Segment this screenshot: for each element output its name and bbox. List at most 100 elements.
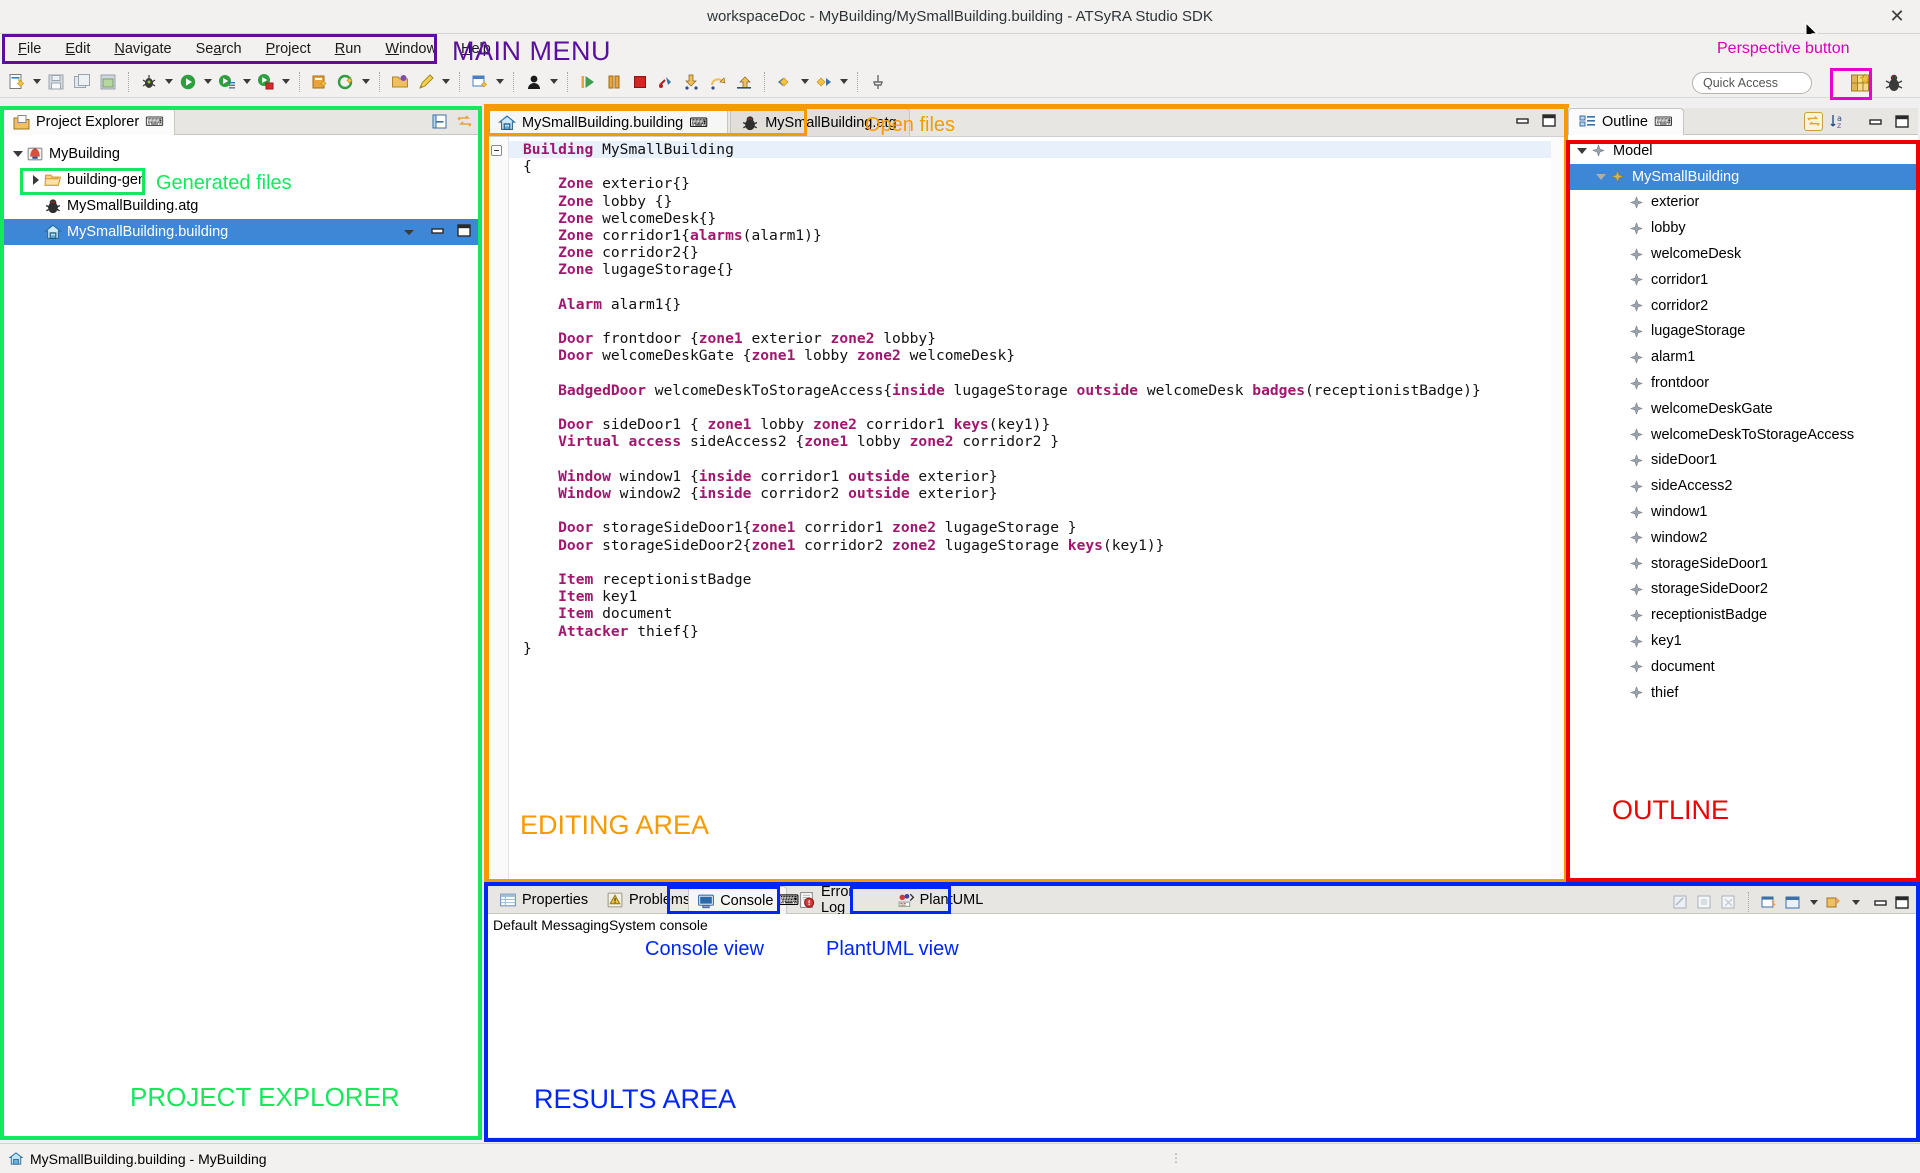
suspend-icon[interactable] xyxy=(602,70,626,94)
menu-run[interactable]: Run xyxy=(323,38,374,60)
user-dropdown-arrow[interactable] xyxy=(547,70,560,94)
outline-item-corridor1[interactable]: corridor1 xyxy=(1568,267,1918,293)
outline-item-sideaccess2[interactable]: sideAccess2 xyxy=(1568,473,1918,499)
run-icon[interactable] xyxy=(176,70,200,94)
maximize-icon[interactable] xyxy=(1894,894,1910,910)
outline-item-model[interactable]: Model xyxy=(1568,138,1918,164)
user-icon[interactable] xyxy=(522,70,546,94)
minimize-icon[interactable] xyxy=(430,222,446,238)
save-icon[interactable] xyxy=(44,70,68,94)
editor-vertical-scrollbar[interactable] xyxy=(1551,137,1565,880)
menu-project[interactable]: Project xyxy=(254,38,323,60)
outline-tree[interactable]: Model MySmallBuilding exterior lobby welcome… xyxy=(1568,135,1918,706)
collapse-all-icon[interactable] xyxy=(430,112,449,131)
outline-item-receptionistbadge[interactable]: receptionistBadge xyxy=(1568,602,1918,628)
link-with-editor-icon[interactable] xyxy=(1804,112,1823,131)
pin-editor-icon[interactable] xyxy=(866,70,890,94)
previous-edit-dropdown-arrow[interactable] xyxy=(798,70,811,94)
outline-item-window1[interactable]: window1 xyxy=(1568,499,1918,525)
tree-expander-icon[interactable] xyxy=(28,172,44,188)
outline-item-sidedoor1[interactable]: sideDoor1 xyxy=(1568,448,1918,474)
outline-item-frontdoor[interactable]: frontdoor xyxy=(1568,370,1918,396)
new-icon[interactable] xyxy=(5,70,29,94)
sort-alphabetically-icon[interactable]: az xyxy=(1829,112,1848,131)
run-external-tools-icon[interactable] xyxy=(254,70,278,94)
resume-icon[interactable] xyxy=(576,70,600,94)
outline-item-welcomedeskgate[interactable]: welcomeDeskGate xyxy=(1568,396,1918,422)
terminate-console-icon[interactable] xyxy=(1695,893,1714,912)
menu-navigate[interactable]: Navigate xyxy=(102,38,183,60)
link-with-editor-icon[interactable] xyxy=(455,112,474,131)
clear-console-icon[interactable] xyxy=(1671,893,1690,912)
outline-item-document[interactable]: document xyxy=(1568,654,1918,680)
maximize-icon[interactable] xyxy=(1541,112,1557,128)
menu-search[interactable]: Search xyxy=(184,38,254,60)
debug-icon[interactable] xyxy=(137,70,161,94)
terminate-icon[interactable] xyxy=(628,70,652,94)
minimize-icon[interactable] xyxy=(1515,112,1531,128)
open-resource-icon[interactable] xyxy=(388,70,412,94)
run-config-dropdown-arrow[interactable] xyxy=(240,70,253,94)
run-configurations-icon[interactable] xyxy=(215,70,239,94)
open-perspective-icon[interactable] xyxy=(1846,70,1874,96)
disconnect-icon[interactable] xyxy=(654,70,678,94)
atsyra-perspective-icon[interactable] xyxy=(1880,70,1908,96)
print-icon[interactable] xyxy=(96,70,120,94)
pen-icon[interactable] xyxy=(414,70,438,94)
display-selected-console-icon[interactable] xyxy=(1783,893,1802,912)
tree-expander-icon[interactable] xyxy=(10,146,26,162)
remove-launch-icon[interactable] xyxy=(1719,893,1738,912)
next-annotation-icon[interactable] xyxy=(468,70,492,94)
minimize-icon[interactable] xyxy=(1873,894,1889,910)
tab-project-explorer[interactable]: Project Explorer ⌨ xyxy=(2,108,175,135)
console-display-dropdown-arrow[interactable] xyxy=(1807,890,1820,914)
maximize-icon[interactable] xyxy=(456,222,472,238)
external-tools-dropdown-arrow[interactable] xyxy=(279,70,292,94)
step-over-icon[interactable] xyxy=(706,70,730,94)
outline-item-key1[interactable]: key1 xyxy=(1568,628,1918,654)
project-explorer-item-mybuilding[interactable]: MyBuilding xyxy=(2,141,480,167)
previous-edit-icon[interactable] xyxy=(773,70,797,94)
project-explorer-item-mysmallbuilding-atg[interactable]: MySmallBuilding.atg xyxy=(2,193,480,219)
window-close-button[interactable]: ✕ xyxy=(1888,7,1906,26)
close-icon[interactable]: ⌨ xyxy=(1654,114,1673,130)
debug-dropdown-arrow[interactable] xyxy=(162,70,175,94)
outline-item-welcomedesktostorageaccess[interactable]: welcomeDeskToStorageAccess xyxy=(1568,422,1918,448)
outline-item-corridor2[interactable]: corridor2 xyxy=(1568,293,1918,319)
tab-outline[interactable]: Outline ⌨ xyxy=(1568,108,1684,135)
run-dropdown-arrow[interactable] xyxy=(201,70,214,94)
menu-window[interactable]: Window xyxy=(373,38,449,60)
close-icon[interactable]: ⌨ xyxy=(145,114,164,130)
editor-gutter[interactable] xyxy=(487,137,509,880)
outline-item-storagesidedoor2[interactable]: storageSideDoor2 xyxy=(1568,577,1918,603)
new-ats-icon[interactable] xyxy=(308,70,332,94)
outline-item-welcomedesk[interactable]: welcomeDesk xyxy=(1568,241,1918,267)
outline-item-exterior[interactable]: exterior xyxy=(1568,190,1918,216)
save-all-icon[interactable] xyxy=(70,70,94,94)
new-console-dropdown-arrow[interactable] xyxy=(1849,890,1862,914)
outline-item-alarm1[interactable]: alarm1 xyxy=(1568,344,1918,370)
step-return-icon[interactable] xyxy=(732,70,756,94)
results-tab-properties[interactable]: Properties xyxy=(491,886,595,914)
outline-item-storagesidedoor1[interactable]: storageSideDoor1 xyxy=(1568,551,1918,577)
step-into-icon[interactable] xyxy=(680,70,704,94)
view-menu-icon[interactable] xyxy=(399,222,418,241)
maximize-icon[interactable] xyxy=(1894,113,1910,129)
editor-tab-mysmallbuilding-building[interactable]: MySmallBuilding.building ⌨ xyxy=(487,108,729,136)
resize-grip[interactable]: ⋮ xyxy=(1170,1152,1182,1165)
outline-item-lobby[interactable]: lobby xyxy=(1568,215,1918,241)
outline-item-mysmallbuilding[interactable]: MySmallBuilding xyxy=(1568,163,1918,190)
next-edit-dropdown-arrow[interactable] xyxy=(837,70,850,94)
new-atg-dropdown-arrow[interactable] xyxy=(359,70,372,94)
pen-dropdown-arrow[interactable] xyxy=(439,70,452,94)
results-tab-error-log[interactable]: Error Log xyxy=(790,884,886,916)
outline-item-thief[interactable]: thief xyxy=(1568,680,1918,706)
menu-file[interactable]: File xyxy=(6,38,53,60)
results-tab-problems[interactable]: Problems xyxy=(598,886,690,914)
results-tab-console[interactable]: Console ⌨ xyxy=(688,886,799,914)
next-edit-icon[interactable] xyxy=(812,70,836,94)
open-console-icon[interactable] xyxy=(1759,893,1778,912)
outline-item-window2[interactable]: window2 xyxy=(1568,525,1918,551)
minimize-icon[interactable] xyxy=(1868,113,1884,129)
tree-expander-icon[interactable] xyxy=(1593,169,1609,185)
